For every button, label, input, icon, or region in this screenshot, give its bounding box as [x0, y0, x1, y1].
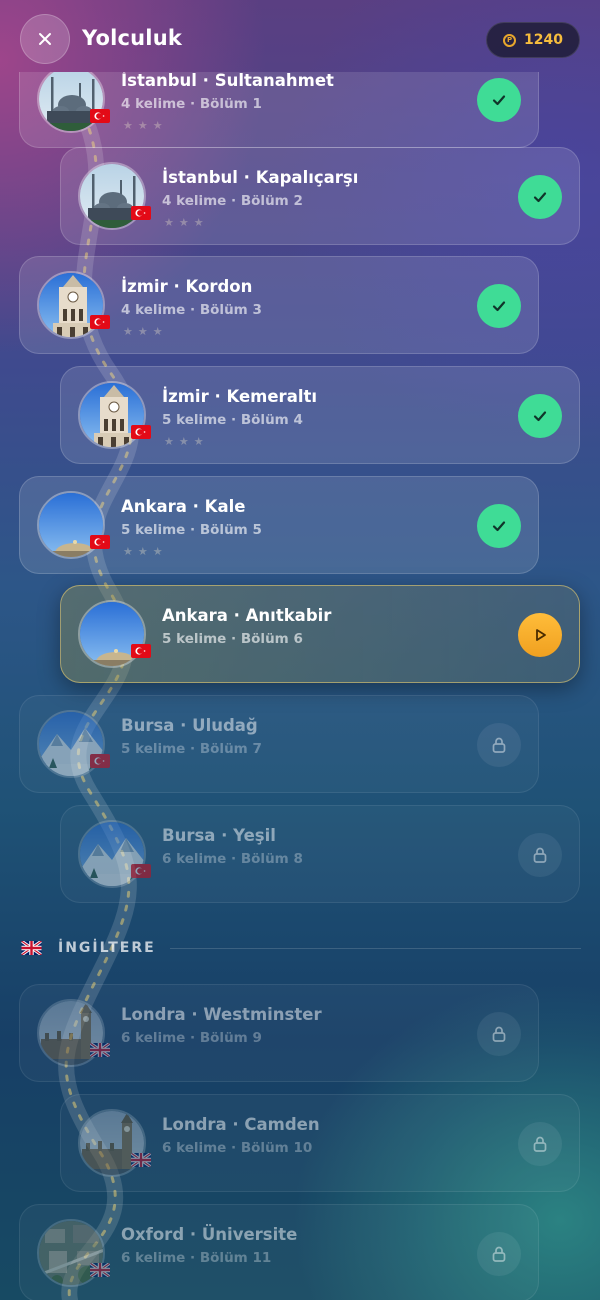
- uk-flag-icon: [21, 941, 42, 955]
- level-subtitle: 5 kelime · Bölüm 4: [162, 412, 303, 428]
- check-icon: [530, 187, 550, 207]
- star-rating: ★★★: [123, 119, 168, 132]
- level-status-button[interactable]: [477, 78, 521, 122]
- level-title: Londra · Westminster: [121, 1005, 322, 1024]
- level-subtitle: 4 kelime · Bölüm 2: [162, 193, 303, 209]
- lock-icon: [489, 1024, 509, 1044]
- level-status-button[interactable]: [518, 613, 562, 657]
- level-card[interactable]: İstanbul · Sultanahmet 4 kelime · Bölüm 1…: [19, 72, 539, 148]
- level-card[interactable]: Ankara · Anıtkabir 5 kelime · Bölüm 6: [60, 585, 580, 683]
- coin-icon: P: [503, 33, 517, 47]
- turkey-flag-icon: [131, 425, 151, 439]
- level-card: Londra · Westminster 6 kelime · Bölüm 9: [19, 984, 539, 1082]
- star-rating: ★★★: [164, 216, 209, 229]
- lock-icon: [530, 1134, 550, 1154]
- turkey-flag-icon: [90, 535, 110, 549]
- close-icon: [39, 33, 51, 45]
- level-card[interactable]: İzmir · Kordon 4 kelime · Bölüm 3 ★★★: [19, 256, 539, 354]
- coin-count: 1240: [524, 32, 563, 48]
- star-rating: ★★★: [164, 435, 209, 448]
- level-card: Bursa · Yeşil 6 kelime · Bölüm 8: [60, 805, 580, 903]
- turkey-flag-icon: [90, 754, 110, 768]
- level-subtitle: 5 kelime · Bölüm 6: [162, 631, 303, 647]
- level-card: Bursa · Uludağ 5 kelime · Bölüm 7: [19, 695, 539, 793]
- app-header: Yolculuk P 1240: [0, 0, 600, 80]
- level-status-button: [477, 723, 521, 767]
- level-card[interactable]: Ankara · Kale 5 kelime · Bölüm 5 ★★★: [19, 476, 539, 574]
- level-subtitle: 4 kelime · Bölüm 3: [121, 302, 262, 318]
- uk-flag-icon: [90, 1263, 110, 1277]
- star-rating: ★★★: [123, 325, 168, 338]
- turkey-flag-icon: [90, 109, 110, 123]
- check-icon: [489, 296, 509, 316]
- uk-flag-icon: [131, 1153, 151, 1167]
- close-button[interactable]: [20, 14, 70, 64]
- level-title: İstanbul · Kapalıçarşı: [162, 168, 359, 187]
- level-subtitle: 4 kelime · Bölüm 1: [121, 96, 262, 112]
- level-title: Oxford · Üniversite: [121, 1225, 298, 1244]
- section-header-england: İNGİLTERE: [21, 936, 581, 960]
- level-status-button[interactable]: [518, 175, 562, 219]
- level-subtitle: 5 kelime · Bölüm 7: [121, 741, 262, 757]
- level-status-button: [477, 1232, 521, 1276]
- level-title: Ankara · Anıtkabir: [162, 606, 332, 625]
- level-status-button[interactable]: [477, 504, 521, 548]
- level-card[interactable]: İzmir · Kemeraltı 5 kelime · Bölüm 4 ★★★: [60, 366, 580, 464]
- star-rating: ★★★: [123, 545, 168, 558]
- level-title: İzmir · Kemeraltı: [162, 387, 318, 406]
- play-icon: [530, 625, 550, 645]
- journey-list[interactable]: İstanbul · Sultanahmet 4 kelime · Bölüm 1…: [0, 72, 600, 1300]
- section-divider: [169, 947, 581, 949]
- check-icon: [489, 90, 509, 110]
- level-title: Ankara · Kale: [121, 497, 246, 516]
- level-status-button: [518, 833, 562, 877]
- page-title: Yolculuk: [82, 26, 183, 50]
- level-subtitle: 6 kelime · Bölüm 10: [162, 1140, 313, 1156]
- level-subtitle: 5 kelime · Bölüm 5: [121, 522, 262, 538]
- level-title: İzmir · Kordon: [121, 277, 253, 296]
- level-card: Londra · Camden 6 kelime · Bölüm 10: [60, 1094, 580, 1192]
- lock-icon: [530, 845, 550, 865]
- turkey-flag-icon: [131, 864, 151, 878]
- turkey-flag-icon: [131, 206, 151, 220]
- level-title: Bursa · Yeşil: [162, 826, 276, 845]
- turkey-flag-icon: [90, 315, 110, 329]
- level-subtitle: 6 kelime · Bölüm 8: [162, 851, 303, 867]
- lock-icon: [489, 735, 509, 755]
- level-card[interactable]: İstanbul · Kapalıçarşı 4 kelime · Bölüm 2…: [60, 147, 580, 245]
- level-subtitle: 6 kelime · Bölüm 11: [121, 1250, 272, 1266]
- level-thumbnail: [37, 72, 105, 133]
- level-title: Londra · Camden: [162, 1115, 320, 1134]
- level-status-button: [518, 1122, 562, 1166]
- check-icon: [489, 516, 509, 536]
- lock-icon: [489, 1244, 509, 1264]
- level-subtitle: 6 kelime · Bölüm 9: [121, 1030, 262, 1046]
- section-label: İNGİLTERE: [58, 940, 156, 956]
- level-status-button[interactable]: [518, 394, 562, 438]
- level-status-button[interactable]: [477, 284, 521, 328]
- uk-flag-icon: [90, 1043, 110, 1057]
- level-status-button: [477, 1012, 521, 1056]
- check-icon: [530, 406, 550, 426]
- turkey-flag-icon: [131, 644, 151, 658]
- coin-balance[interactable]: P 1240: [486, 22, 580, 58]
- level-title: Bursa · Uludağ: [121, 716, 258, 735]
- level-card: Oxford · Üniversite 6 kelime · Bölüm 11: [19, 1204, 539, 1300]
